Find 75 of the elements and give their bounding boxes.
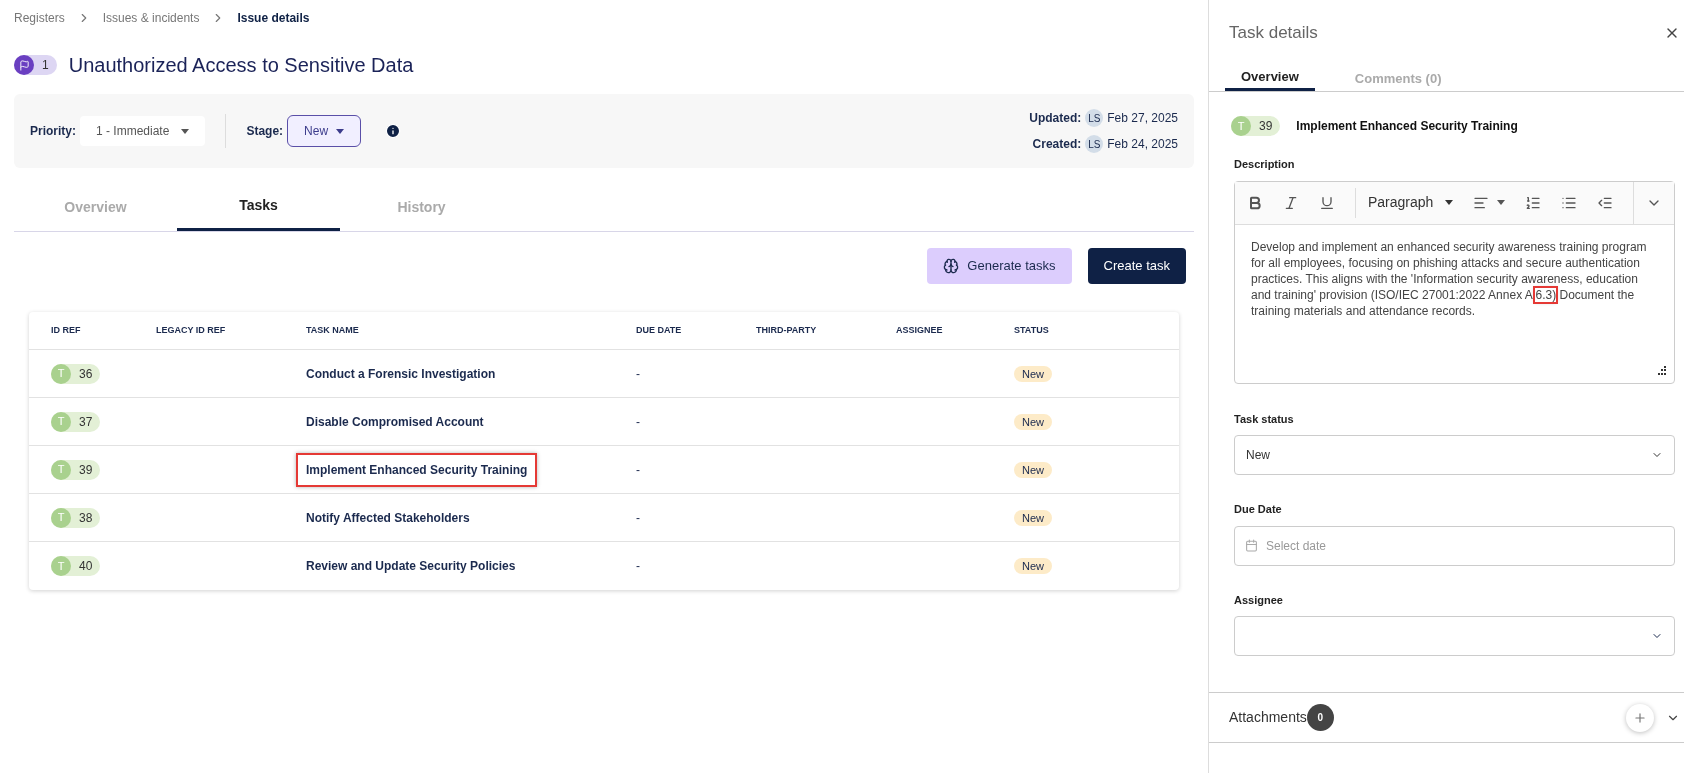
due-date-cell-text: -: [636, 365, 641, 383]
brain-icon: [943, 258, 960, 274]
caret-icon: [181, 128, 190, 134]
task-name-link[interactable]: Review and Update Security Policies: [306, 557, 516, 575]
bold-icon[interactable]: [1247, 194, 1263, 211]
column-header: TASK NAME: [306, 323, 360, 337]
due-date-cell-text: -: [636, 509, 641, 527]
stage-dropdown[interactable]: New: [287, 115, 362, 147]
italic-icon[interactable]: [1283, 194, 1299, 211]
resize-handle-icon[interactable]: [1657, 365, 1667, 375]
column-header: STATUS: [1014, 323, 1050, 337]
task-id-badge: T 39: [1231, 116, 1281, 136]
date-value: Feb 24, 2025: [1107, 136, 1178, 153]
breadcrumb-link[interactable]: Issue details: [237, 9, 310, 27]
column-header: ASSIGNEE: [896, 323, 944, 337]
column-header: DUE DATE: [636, 323, 683, 337]
plus-icon: [1633, 710, 1648, 725]
numbered-list-icon[interactable]: [1525, 194, 1542, 211]
due-date-cell-text: -: [636, 558, 641, 575]
description-text: Develop and implement an enhanced security awareness training program for all employees, focusing on phishing attacks and secure authentication practices. This aligns with the 'Information security awareness, education and training' provision (ISO/IEC 27001:2022 Annex A 6.3) Document the training materials and attendance records.: [1251, 238, 1648, 319]
caret-icon: [1497, 200, 1506, 205]
issue-badge: 1: [14, 55, 57, 75]
calendar-icon: [1245, 539, 1258, 552]
assignee-label: Assignee: [1234, 592, 1284, 608]
task-name-link[interactable]: Implement Enhanced Security Training: [296, 452, 538, 487]
column-header: LEGACY ID REF: [156, 323, 227, 337]
status-badge: New: [1014, 558, 1052, 574]
date-value: Feb 27, 2025: [1107, 110, 1178, 127]
flag-icon: [18, 59, 30, 71]
panel-title: Task details: [1229, 22, 1318, 45]
due-date-cell-text: -: [636, 413, 641, 431]
user-avatar: LS: [1085, 135, 1104, 153]
due-date-cell-text: -: [636, 461, 641, 479]
stage-label: Stage:: [246, 123, 284, 140]
task-id-badge: T 40: [51, 556, 101, 576]
task-name-link[interactable]: Conduct a Forensic Investigation: [306, 364, 496, 383]
date-label: Updated:: [1029, 110, 1082, 127]
task-id-badge: T 36: [51, 363, 101, 384]
status-badge: New: [1014, 413, 1052, 430]
task-name-link[interactable]: Notify Affected Stakeholders: [306, 508, 470, 527]
count-badge: 0: [1306, 704, 1334, 731]
due-date-field[interactable]: Select date: [1234, 525, 1676, 566]
description-label: Description: [1234, 157, 1296, 172]
task-status-select[interactable]: New: [1234, 435, 1676, 475]
task-id-badge: T 38: [51, 507, 101, 528]
rich-text-editor[interactable]: [1234, 180, 1676, 384]
column-header: ID REF: [51, 323, 82, 337]
date-input[interactable]: Select date: [1266, 536, 1665, 555]
priority-dropdown[interactable]: 1 - Immediate: [80, 116, 206, 146]
task-name-link[interactable]: Disable Compromised Account: [306, 412, 484, 431]
user-avatar: LS: [1085, 109, 1104, 127]
column-header: THIRD-PARTY: [756, 323, 818, 337]
date-label: Created:: [1032, 136, 1082, 153]
task-status-label: Task status: [1234, 411, 1295, 427]
status-badge: New: [1014, 461, 1052, 478]
task-id-badge: T 37: [51, 411, 101, 432]
underline-icon[interactable]: [1319, 194, 1335, 211]
create-task-button[interactable]: Create task: [1087, 248, 1186, 284]
caret-icon: [336, 128, 345, 134]
priority-label: Priority:: [30, 123, 76, 140]
caret-icon: [1445, 200, 1454, 205]
paragraph-dropdown[interactable]: Paragraph: [1355, 187, 1454, 218]
due-date-label: Due Date: [1234, 502, 1283, 517]
status-badge: New: [1014, 509, 1052, 526]
breadcrumb-link[interactable]: Registers: [14, 9, 65, 27]
info-icon[interactable]: [385, 123, 402, 139]
tab[interactable]: Tasks: [177, 183, 340, 231]
issue-title: Unauthorized Access to Sensitive Data: [68, 53, 414, 78]
task-id-badge: T 39: [51, 459, 101, 480]
tab[interactable]: Overview: [1225, 66, 1315, 91]
status-badge: New: [1014, 365, 1052, 382]
task-title: Implement Enhanced Security Training: [1296, 118, 1518, 135]
generate-tasks-button[interactable]: Generate tasks: [927, 248, 1072, 284]
attachments-label: Attachments: [1229, 708, 1307, 727]
breadcrumb-link[interactable]: Issues & incidents: [102, 9, 200, 27]
